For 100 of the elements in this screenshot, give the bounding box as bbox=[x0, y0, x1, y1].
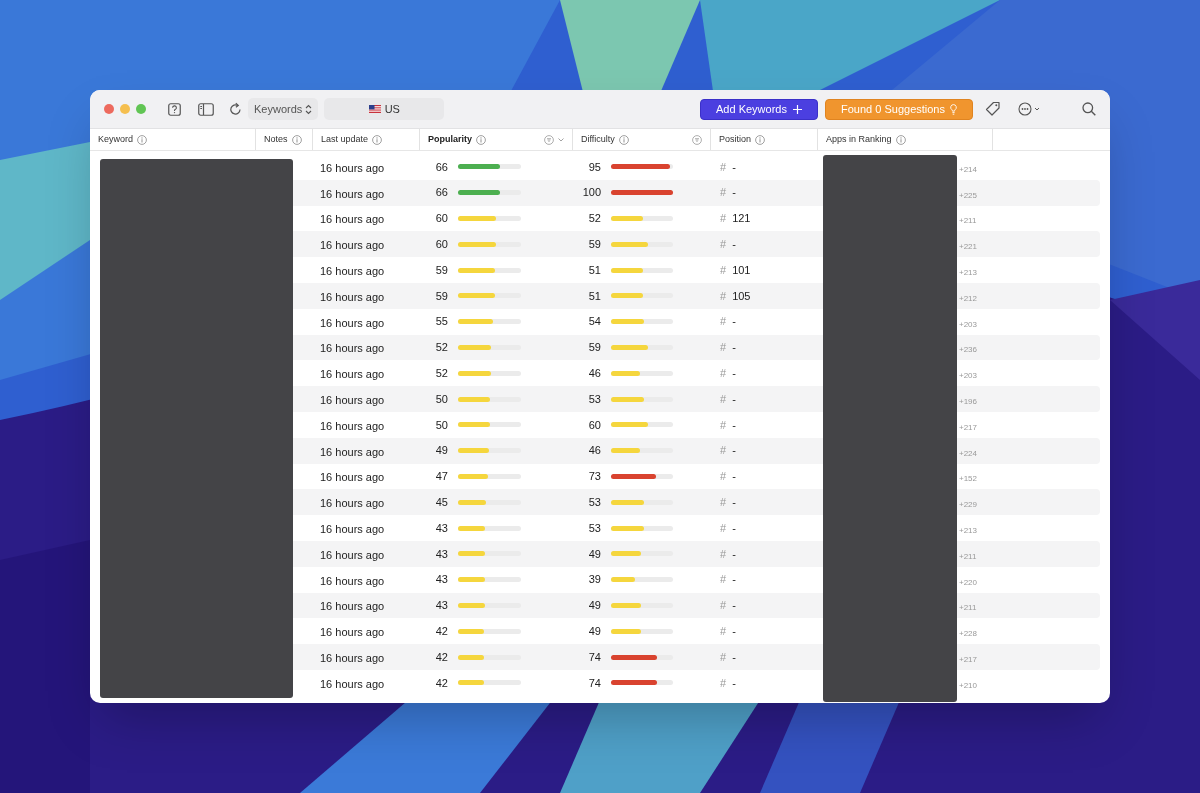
score-bar bbox=[611, 577, 673, 583]
position-value: - bbox=[732, 185, 736, 201]
apps-count: +212 bbox=[959, 293, 978, 303]
update-time: 16 hours ago bbox=[320, 290, 385, 303]
score-value: 46 bbox=[587, 366, 601, 381]
position-value: - bbox=[732, 314, 736, 330]
score-value: 42 bbox=[434, 624, 448, 639]
update-time: 16 hours ago bbox=[320, 626, 385, 639]
hash-sign: # bbox=[720, 159, 727, 175]
help-icon[interactable] bbox=[168, 102, 181, 116]
hash-sign: # bbox=[720, 391, 727, 407]
score-bar bbox=[458, 293, 521, 299]
score-bar bbox=[611, 164, 673, 170]
hash-sign: # bbox=[720, 185, 727, 201]
score-value: 50 bbox=[434, 391, 448, 407]
position-value: - bbox=[732, 598, 736, 614]
apps-count: +213 bbox=[959, 526, 978, 536]
update-time: 16 hours ago bbox=[320, 187, 385, 200]
position-value: - bbox=[732, 624, 736, 639]
update-time: 16 hours ago bbox=[320, 419, 385, 432]
sidebar-icon[interactable] bbox=[198, 102, 214, 116]
score-bar bbox=[458, 499, 521, 505]
info-icon bbox=[372, 134, 383, 145]
score-value: 49 bbox=[587, 624, 601, 639]
position-value: 121 bbox=[732, 211, 751, 227]
score-bar bbox=[458, 628, 521, 634]
column-header[interactable]: Difficulty bbox=[581, 132, 615, 147]
score-bar bbox=[611, 241, 673, 247]
score-bar bbox=[458, 448, 521, 454]
update-time: 16 hours ago bbox=[320, 394, 385, 407]
score-value: 50 bbox=[434, 417, 448, 433]
refresh-icon[interactable] bbox=[229, 102, 242, 116]
score-bar bbox=[458, 190, 521, 196]
tag-icon[interactable] bbox=[985, 101, 1001, 117]
score-value: 49 bbox=[434, 443, 448, 459]
score-bar bbox=[611, 628, 673, 634]
score-bar bbox=[611, 448, 673, 454]
country-select[interactable]: US bbox=[324, 98, 445, 120]
apps-count: +203 bbox=[959, 319, 978, 329]
column-header[interactable]: Apps in Ranking bbox=[826, 132, 892, 147]
hash-sign: # bbox=[720, 237, 727, 253]
score-value: 43 bbox=[434, 520, 448, 536]
position-value: - bbox=[732, 675, 736, 691]
more-icon[interactable] bbox=[1018, 102, 1042, 116]
score-value: 52 bbox=[434, 340, 448, 356]
score-value: 47 bbox=[434, 469, 448, 485]
position-value: - bbox=[732, 237, 736, 253]
lightbulb-icon bbox=[950, 103, 957, 115]
apps-count: +236 bbox=[959, 345, 978, 355]
score-value: 60 bbox=[434, 237, 448, 253]
score-bar bbox=[611, 654, 673, 660]
score-value: 53 bbox=[587, 391, 601, 407]
score-bar bbox=[458, 344, 521, 350]
column-header[interactable]: Notes bbox=[264, 132, 288, 147]
info-icon bbox=[137, 134, 147, 145]
column-header[interactable]: Keyword bbox=[98, 132, 133, 147]
view-select[interactable]: Keywords bbox=[248, 98, 319, 120]
hash-sign: # bbox=[720, 495, 727, 510]
position-value: - bbox=[732, 391, 736, 407]
updown-chevron-icon bbox=[305, 103, 313, 115]
score-value: 66 bbox=[434, 159, 448, 175]
score-bar bbox=[611, 344, 673, 350]
score-value: 42 bbox=[434, 649, 448, 665]
position-value: - bbox=[732, 417, 736, 433]
score-value: 43 bbox=[434, 546, 448, 562]
add-keywords-button[interactable]: Add Keywords bbox=[700, 98, 818, 120]
score-value: 73 bbox=[587, 469, 601, 485]
hash-sign: # bbox=[720, 314, 727, 330]
hash-sign: # bbox=[720, 417, 727, 433]
info-icon bbox=[476, 134, 486, 145]
update-time: 16 hours ago bbox=[320, 342, 385, 355]
score-value: 53 bbox=[587, 520, 601, 536]
position-value: - bbox=[732, 572, 736, 588]
update-time: 16 hours ago bbox=[320, 574, 385, 587]
position-value: - bbox=[732, 469, 736, 485]
hash-sign: # bbox=[720, 598, 727, 614]
score-value: 54 bbox=[587, 314, 601, 330]
info-icon bbox=[618, 134, 629, 145]
hash-sign: # bbox=[720, 288, 727, 304]
score-bar bbox=[611, 422, 673, 428]
update-time: 16 hours ago bbox=[320, 161, 385, 174]
score-bar bbox=[611, 293, 673, 299]
column-header[interactable]: Popularity bbox=[428, 132, 472, 147]
score-value: 60 bbox=[587, 417, 601, 433]
position-value: - bbox=[732, 520, 736, 536]
score-bar bbox=[458, 602, 521, 608]
update-time: 16 hours ago bbox=[320, 471, 385, 484]
apps-count: +211 bbox=[959, 551, 977, 561]
plus-icon bbox=[792, 104, 802, 114]
column-header[interactable]: Position bbox=[719, 132, 752, 147]
update-time: 16 hours ago bbox=[320, 265, 385, 278]
update-time: 16 hours ago bbox=[320, 316, 385, 329]
column-header[interactable]: Last update bbox=[321, 132, 369, 147]
apps-count: +217 bbox=[959, 655, 978, 665]
score-bar bbox=[611, 216, 673, 221]
score-bar bbox=[458, 577, 521, 583]
search-icon[interactable] bbox=[1082, 102, 1096, 116]
score-bar bbox=[458, 525, 521, 531]
score-bar bbox=[611, 190, 673, 196]
score-bar bbox=[458, 654, 521, 660]
